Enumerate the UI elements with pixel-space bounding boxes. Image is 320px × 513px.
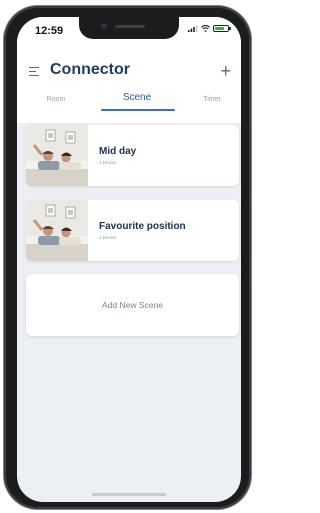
- scene-device-count: 1 Device: [99, 160, 117, 165]
- battery-level: [215, 27, 224, 30]
- app-header: Connector +: [17, 60, 241, 84]
- status-time: 12:59: [35, 25, 64, 37]
- scene-thumbnail: [26, 200, 88, 261]
- app-screen: 12:59 Connector + Room Scene Timer Mid d…: [17, 17, 241, 502]
- home-indicator[interactable]: [92, 493, 166, 496]
- page-title: Connector: [50, 61, 130, 78]
- scene-device-count: 1 Device: [99, 235, 117, 240]
- scene-name: Favourite position: [99, 221, 186, 232]
- tab-scene[interactable]: Scene: [101, 92, 173, 103]
- battery-icon: [213, 25, 231, 32]
- speaker-grille: [115, 25, 145, 28]
- cellular-signal-icon: [188, 25, 198, 32]
- tab-bar: Room Scene Timer: [17, 92, 241, 114]
- add-button[interactable]: +: [220, 62, 231, 80]
- camera-notch: [79, 17, 179, 39]
- add-new-scene-button[interactable]: Add New Scene: [26, 274, 239, 336]
- wifi-icon: [201, 25, 210, 32]
- tab-room[interactable]: Room: [31, 96, 81, 103]
- scene-card-mid-day[interactable]: Mid day 1 Device: [26, 125, 239, 186]
- scene-thumbnail: [26, 125, 88, 186]
- hamburger-icon[interactable]: [29, 67, 39, 76]
- scene-name: Mid day: [99, 146, 137, 157]
- active-tab-indicator: [101, 109, 175, 111]
- phone-frame: 12:59 Connector + Room Scene Timer Mid d…: [4, 6, 251, 509]
- tab-timer[interactable]: Timer: [187, 96, 237, 103]
- status-icons: [188, 25, 231, 32]
- scene-card-favourite-position[interactable]: Favourite position 1 Device: [26, 200, 239, 261]
- front-camera-icon: [101, 23, 107, 29]
